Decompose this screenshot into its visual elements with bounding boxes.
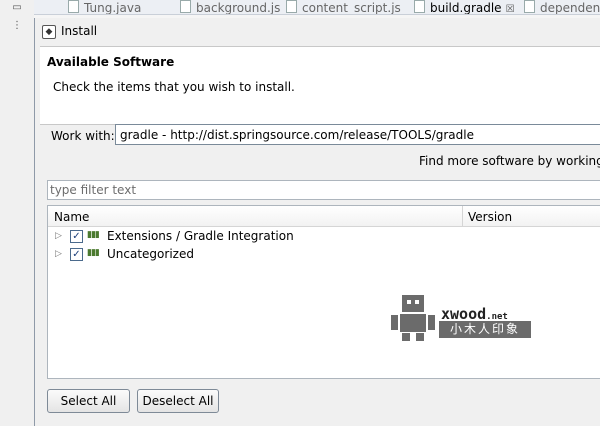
page-title: Available Software	[47, 55, 175, 69]
table-row[interactable]: ▷ ✓ ▮▮▮ Extensions / Gradle Integration	[48, 228, 600, 246]
hierarchy-icon[interactable]: ⋮	[10, 20, 24, 32]
tab-build-gradle[interactable]: build.gradle ☒	[414, 0, 515, 14]
work-with-value: gradle - http://dist.springsource.com/re…	[120, 128, 474, 142]
dialog-titlebar[interactable]: ◆ Install	[35, 18, 600, 44]
close-tab-icon[interactable]: ☒	[506, 4, 515, 14]
category-group-icon: ▮▮▮	[87, 230, 100, 240]
filter-input[interactable]: type filter text	[47, 180, 600, 200]
column-header-name[interactable]: Name	[54, 210, 89, 224]
java-file-icon	[68, 0, 79, 13]
software-table: Name Version ▷ ✓ ▮▮▮ Extensions / Gradle…	[47, 205, 600, 379]
expand-arrow-icon[interactable]: ▷	[55, 249, 62, 259]
column-header-version[interactable]: Version	[468, 210, 512, 224]
js-file-icon	[180, 0, 191, 13]
row-checkbox[interactable]: ✓	[70, 248, 83, 261]
left-toolbar: ▭ ⋮	[0, 0, 34, 426]
table-header: Name Version	[48, 206, 600, 227]
expand-arrow-icon[interactable]: ▷	[55, 231, 62, 241]
work-with-combo[interactable]: gradle - http://dist.springsource.com/re…	[115, 124, 600, 145]
file-icon	[524, 0, 535, 13]
deselect-all-button[interactable]: Deselect All	[137, 389, 219, 413]
category-group-icon: ▮▮▮	[87, 248, 100, 258]
js-file-icon	[286, 0, 297, 13]
tab-background-js[interactable]: background.js	[180, 0, 280, 14]
editor-tab-bar: Tung.java background.js content_script.j…	[34, 0, 600, 15]
column-divider[interactable]	[462, 206, 463, 226]
eclipse-app-icon: ◆	[42, 25, 56, 39]
minimize-icon[interactable]: ▭	[10, 2, 24, 14]
table-row[interactable]: ▷ ✓ ▮▮▮ Uncategorized	[48, 246, 600, 264]
find-more-software-link[interactable]: Find more software by working wi	[419, 154, 600, 168]
row-label: Extensions / Gradle Integration	[107, 229, 294, 243]
row-checkbox[interactable]: ✓	[70, 230, 83, 243]
work-with-label: Work with:	[51, 129, 115, 143]
install-dialog: ◆ Install Available Software Check the i…	[34, 18, 600, 426]
page-description: Check the items that you wish to install…	[53, 80, 295, 94]
watermark-subtitle: 小木人印象	[439, 321, 531, 338]
dialog-title: Install	[61, 24, 98, 38]
gradle-file-icon	[414, 0, 425, 13]
tab-dependencies[interactable]: dependenci	[524, 0, 600, 14]
watermark-robot-icon	[390, 295, 436, 341]
select-all-button[interactable]: Select All	[47, 389, 130, 413]
filter-placeholder: type filter text	[50, 183, 137, 197]
row-label: Uncategorized	[107, 247, 194, 261]
tab-content-script-js[interactable]: content_script.js	[286, 0, 401, 14]
wizard-header: Available Software Check the items that …	[40, 46, 600, 125]
tab-tung-java[interactable]: Tung.java	[68, 0, 141, 14]
robot-head	[402, 295, 424, 312]
